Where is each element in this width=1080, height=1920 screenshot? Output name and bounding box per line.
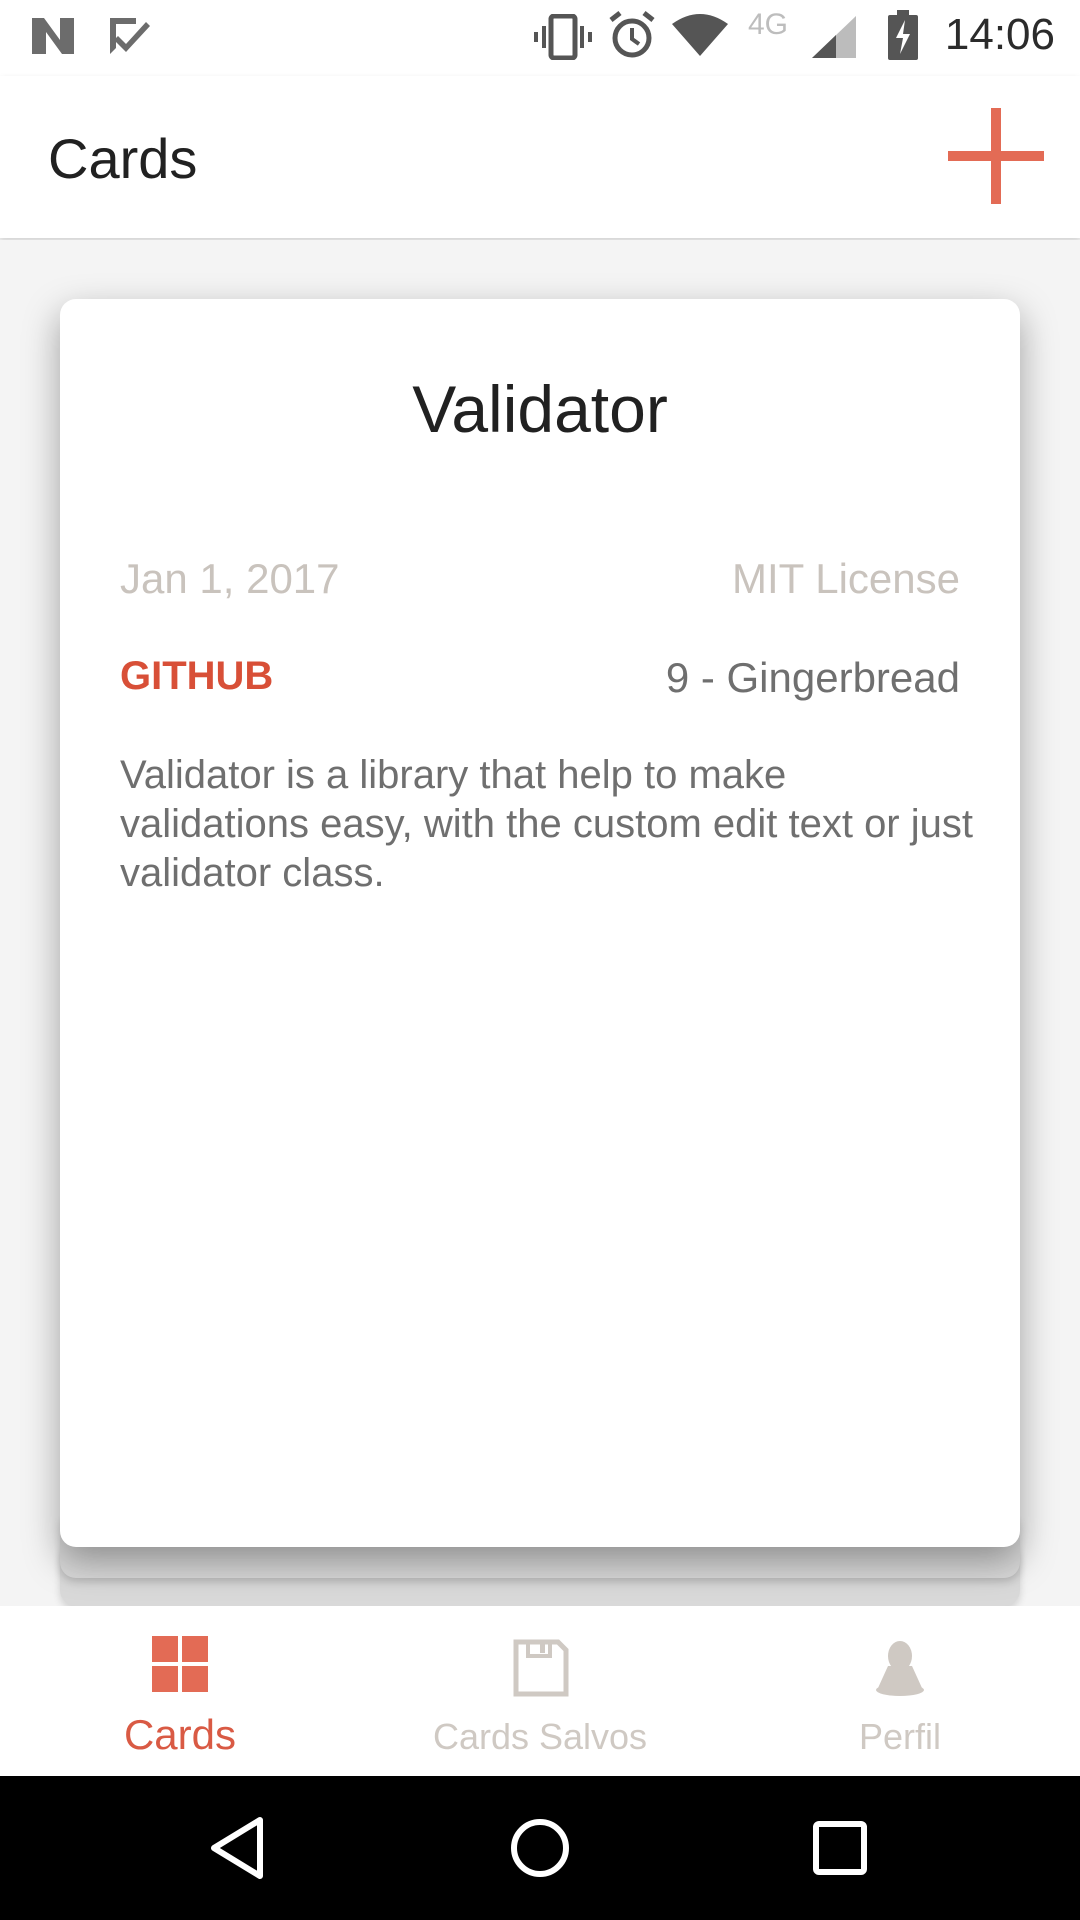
card-min-api: 9 - Gingerbread [665,654,960,701]
card-description: Validator is a library that help to make… [120,753,973,895]
alarm-icon [609,11,655,58]
card-stack-area: Validator Jan 1, 2017 MIT License GITHUB… [0,240,1080,1606]
back-icon[interactable] [208,1816,272,1880]
status-bar: 4G 14:06 [0,0,1080,76]
battery-charging-icon [888,10,918,60]
network-type-label: 4G [748,8,789,41]
nav-label-cards-salvos: Cards Salvos [432,1716,648,1757]
person-icon [876,1641,924,1696]
bottom-navigation: Cards Cards Salvos Perfil [0,1606,1080,1776]
page-title: Cards [48,127,198,190]
add-card-button[interactable] [946,106,1046,206]
nav-item-perfil[interactable]: Perfil [720,1606,1080,1776]
clock: 14:06 [944,10,1055,59]
card-source-link[interactable]: GITHUB [120,654,273,699]
nav-item-cards-salvos[interactable]: Cards Salvos [360,1606,720,1776]
card-title: Validator [412,372,668,446]
recents-icon[interactable] [808,1816,872,1880]
check-badge-icon [110,18,150,54]
project-card[interactable]: Validator Jan 1, 2017 MIT License GITHUB… [60,299,1020,1547]
nav-item-cards[interactable]: Cards [0,1606,360,1776]
app-bar: Cards [0,76,1080,238]
card-date: Jan 1, 2017 [120,555,340,602]
card-license: MIT License [732,555,960,602]
save-icon [513,1639,569,1697]
plus-icon [948,108,1044,204]
wifi-icon [672,14,728,56]
signal-icon [812,16,856,58]
vibrate-icon [534,14,592,60]
grid-icon [152,1636,208,1692]
n-logo-icon [32,18,74,54]
nav-label-cards: Cards [123,1711,237,1758]
nav-label-perfil: Perfil [858,1716,942,1757]
home-icon[interactable] [508,1816,572,1880]
system-navigation-bar [0,1776,1080,1920]
